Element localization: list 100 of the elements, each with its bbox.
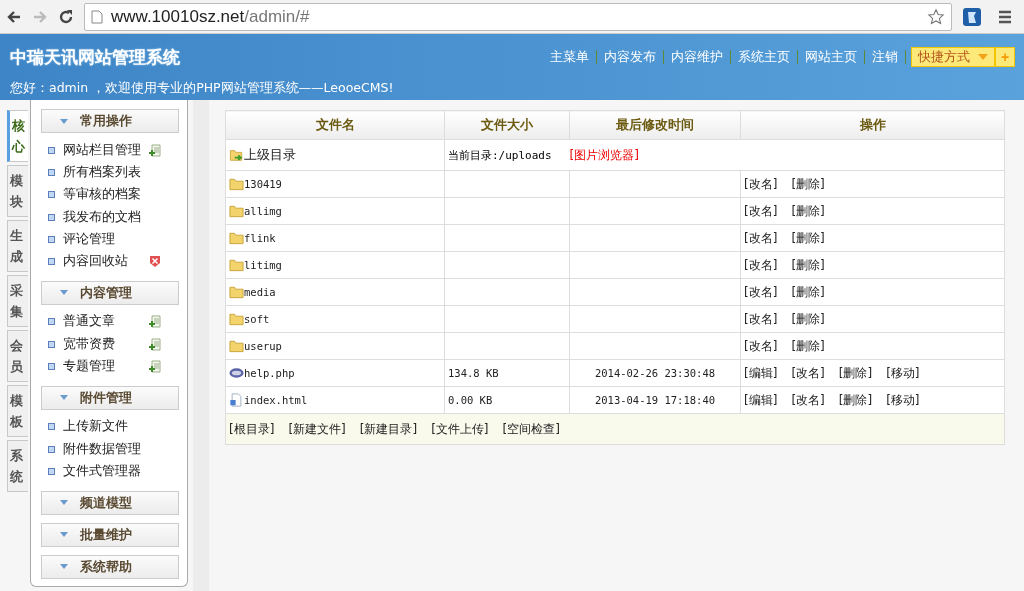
bullet-icon [48, 423, 55, 431]
column-header: 文件大小 [444, 110, 570, 140]
section-header[interactable]: 附件管理 [41, 385, 179, 410]
add-document-icon[interactable] [149, 143, 161, 157]
add-document-icon[interactable] [149, 315, 161, 329]
toolbar-link[interactable]: [新建目录] [359, 420, 418, 438]
file-name-link[interactable]: index.html [244, 394, 308, 406]
action-link[interactable]: [删除] [791, 229, 825, 247]
file-size: 0.00 KB [448, 394, 493, 406]
toolbar-link[interactable]: [文件上传] [431, 420, 489, 438]
sidebar-link[interactable]: 所有档案列表 [63, 163, 149, 181]
action-link[interactable]: [改名] [744, 202, 778, 220]
action-link[interactable]: [移动] [886, 364, 920, 382]
modified-time: 2014-02-26 23:30:48 [594, 367, 716, 379]
sidebar-link[interactable]: 等审核的档案 [63, 186, 149, 204]
sidebar-link[interactable]: 网站栏目管理 [63, 141, 149, 159]
column-header: 操作 [740, 110, 1005, 140]
toolbar-link[interactable]: [空间检查] [502, 420, 560, 438]
add-document-icon[interactable] [149, 337, 161, 351]
section-header[interactable]: 批量维护 [41, 522, 179, 547]
menu-icon[interactable] [998, 9, 1012, 24]
sidebar-link[interactable]: 附件数据管理 [63, 440, 149, 458]
section-header[interactable]: 频道模型 [41, 490, 179, 515]
file-name-link[interactable]: soft [244, 313, 270, 325]
section-header[interactable]: 系统帮助 [41, 554, 179, 579]
php-file-icon [229, 366, 244, 380]
extension-icon[interactable] [962, 6, 982, 27]
action-link[interactable]: [改名] [744, 175, 778, 193]
action-link[interactable]: [编辑] [744, 391, 778, 409]
action-link[interactable]: [改名] [744, 310, 778, 328]
action-link[interactable]: [删除] [791, 256, 825, 274]
parent-directory-link[interactable]: 上级目录 [244, 146, 296, 164]
action-link[interactable]: [改名] [744, 283, 778, 301]
action-link[interactable]: [编辑] [744, 364, 778, 382]
sidebar-link[interactable]: 内容回收站 [63, 253, 149, 271]
action-link[interactable]: [删除] [838, 391, 873, 409]
action-link[interactable]: [改名] [744, 229, 778, 247]
file-name-link[interactable]: litimg [244, 259, 282, 271]
action-link[interactable]: [删除] [791, 310, 825, 328]
bullet-icon [48, 168, 55, 176]
action-link[interactable]: [改名] [791, 364, 825, 382]
action-link[interactable]: [删除] [791, 175, 825, 193]
sidebar-link[interactable]: 文件式管理器 [63, 462, 149, 480]
toolbar-link[interactable]: [根目录] [229, 420, 275, 438]
chevron-icon [60, 500, 68, 506]
image-browser-link[interactable]: [图片浏览器] [569, 147, 639, 162]
action-link[interactable]: [删除] [791, 337, 825, 355]
action-link[interactable]: [移动] [886, 391, 920, 409]
bullet-icon [48, 213, 55, 221]
file-name-link[interactable]: allimg [244, 205, 282, 217]
add-document-icon[interactable] [149, 360, 161, 373]
file-name-link[interactable]: 130419 [244, 178, 282, 190]
bullet-icon [48, 363, 55, 370]
side-tab[interactable]: 采集 [7, 275, 28, 327]
sidebar-link[interactable]: 专题管理 [63, 358, 149, 375]
file-name-link[interactable]: userup [244, 340, 282, 352]
side-tab[interactable]: 系统 [7, 440, 28, 492]
html-file-icon [229, 393, 244, 407]
chevron-icon [60, 532, 68, 538]
side-tab[interactable]: 核心 [7, 110, 28, 162]
folder-icon [229, 231, 244, 245]
file-name-link[interactable]: flink [244, 232, 276, 244]
side-tab[interactable]: 模板 [7, 385, 28, 437]
action-link[interactable]: [改名] [791, 391, 825, 409]
action-link[interactable]: [删除] [838, 364, 873, 382]
file-size: 134.8 KB [448, 367, 499, 379]
file-name-link[interactable]: help.php [244, 367, 295, 379]
chevron-icon [60, 290, 68, 296]
back-icon[interactable] [6, 8, 22, 25]
star-icon[interactable] [927, 7, 945, 26]
chevron-icon [60, 564, 68, 570]
side-tab[interactable]: 模块 [7, 165, 28, 217]
file-name-link[interactable]: media [244, 286, 276, 298]
action-link[interactable]: [改名] [744, 256, 778, 274]
folder-icon [229, 204, 244, 218]
sidebar-link[interactable]: 我发布的文档 [63, 208, 149, 226]
action-link[interactable]: [删除] [791, 202, 825, 220]
bullet-icon [48, 191, 55, 199]
section-header[interactable]: 内容管理 [41, 280, 179, 305]
reload-icon[interactable] [58, 8, 74, 25]
action-link[interactable]: [删除] [791, 283, 825, 301]
bullet-icon [48, 235, 55, 243]
address-bar[interactable]: www.10010sz.net/admin/# [84, 2, 952, 31]
folder-icon [229, 258, 244, 272]
section-header[interactable]: 常用操作 [41, 109, 179, 133]
bullet-icon [48, 445, 55, 453]
shortcut-menu[interactable]: 快捷方式 [911, 47, 995, 67]
bullet-icon [48, 258, 55, 266]
page-icon [91, 9, 103, 24]
sidebar-link[interactable]: 评论管理 [63, 230, 149, 248]
side-tab[interactable]: 生成 [7, 220, 28, 272]
chevron-icon [60, 118, 68, 124]
sidebar-link[interactable]: 上传新文件 [63, 418, 149, 436]
action-link[interactable]: [改名] [744, 337, 778, 355]
toolbar-link[interactable]: [新建文件] [288, 420, 346, 438]
delete-icon[interactable] [149, 255, 161, 269]
current-directory: 当前目录:/uploads [448, 148, 552, 162]
sidebar-link[interactable]: 普通文章 [63, 313, 149, 331]
side-tab[interactable]: 会员 [7, 330, 28, 382]
sidebar-link[interactable]: 宽带资费 [63, 335, 149, 353]
